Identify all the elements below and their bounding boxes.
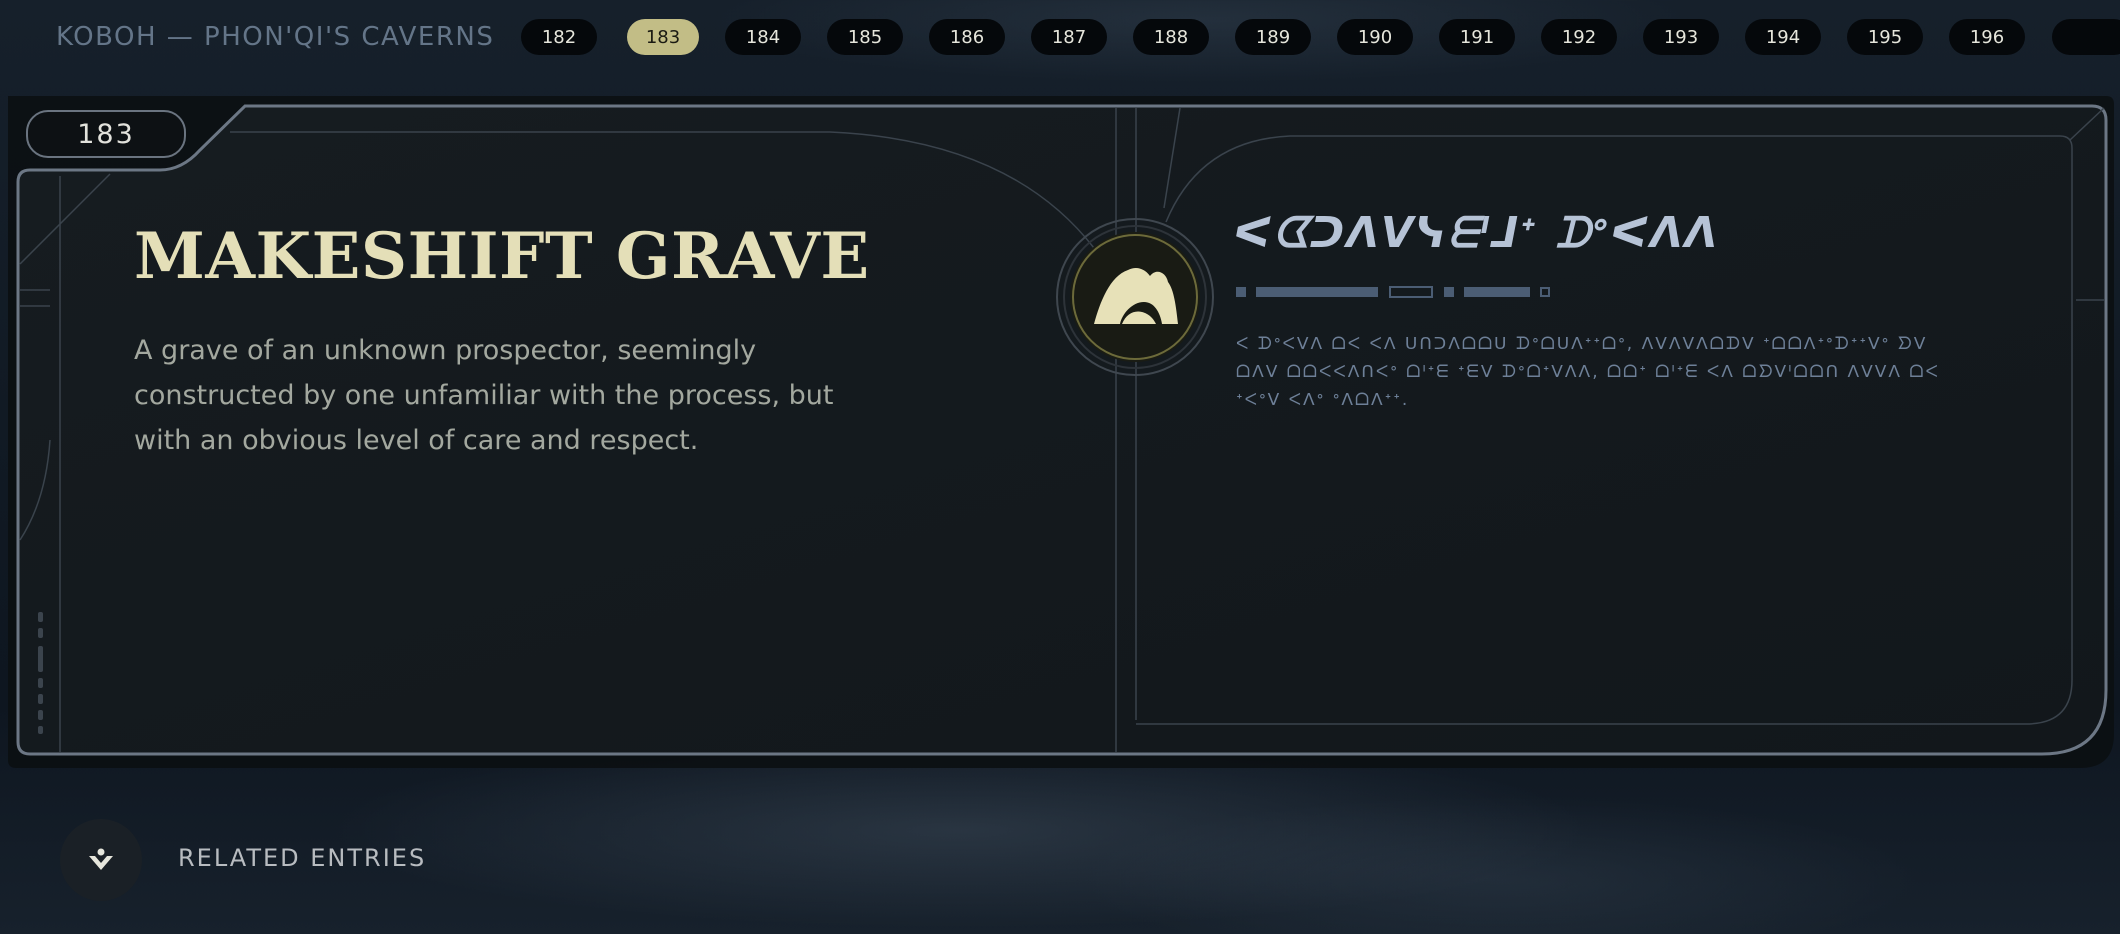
aurebesh-title: ᐸᗧᑐᐱᐯᓭᗴᑊᒧᐩ ᗪᐤᐸᐱᐱ [1234, 208, 1720, 257]
decorative-bar [1236, 286, 1550, 298]
entry-number-badge: 183 [26, 110, 186, 158]
entry-emblem [1070, 232, 1200, 362]
entry-pill-overflow[interactable] [2052, 19, 2120, 55]
entry-pill-195[interactable]: 195 [1847, 19, 1923, 55]
entry-pill-184[interactable]: 184 [725, 19, 801, 55]
entry-pill-191[interactable]: 191 [1439, 19, 1515, 55]
related-entries-label[interactable]: RELATED ENTRIES [178, 844, 426, 872]
location-label: KOBOH — PHON'QI'S CAVERNS [56, 22, 495, 52]
entry-pill-182[interactable]: 182 [521, 19, 597, 55]
entry-pill-196[interactable]: 196 [1949, 19, 2025, 55]
entry-pill-185[interactable]: 185 [827, 19, 903, 55]
top-navigation: KOBOH — PHON'QI'S CAVERNS 182 183 184 185 18… [0, 0, 2120, 76]
entry-pill-187[interactable]: 187 [1031, 19, 1107, 55]
entry-pill-189[interactable]: 189 [1235, 19, 1311, 55]
related-entries-icon [89, 848, 113, 870]
grave-icon [1072, 234, 1198, 360]
entry-pill-192[interactable]: 192 [1541, 19, 1617, 55]
aurebesh-description: ᐸ ᗪᐤᐸᐯᐱ ᗝᐸ ᐸᐱ ᑌᑎᑐᐱᗝᗝᑌ ᗪᐤᗝᑌᐱᐩᐩᗝᐤ, ᐱᐯᐱᐯᐱᗝᗪ… [1236, 334, 1940, 410]
entry-pill-188[interactable]: 188 [1133, 19, 1209, 55]
entry-pill-193[interactable]: 193 [1643, 19, 1719, 55]
entry-pill-183[interactable]: 183 [627, 19, 699, 55]
entry-pill-194[interactable]: 194 [1745, 19, 1821, 55]
entry-title: MAKESHIFT GRAVE [134, 219, 870, 294]
entry-pill-186[interactable]: 186 [929, 19, 1005, 55]
entry-pill-190[interactable]: 190 [1337, 19, 1413, 55]
related-entries-button[interactable] [60, 819, 142, 901]
entry-description: A grave of an unknown prospector, seemin… [134, 335, 834, 456]
codex-panel-frame [8, 96, 2114, 768]
